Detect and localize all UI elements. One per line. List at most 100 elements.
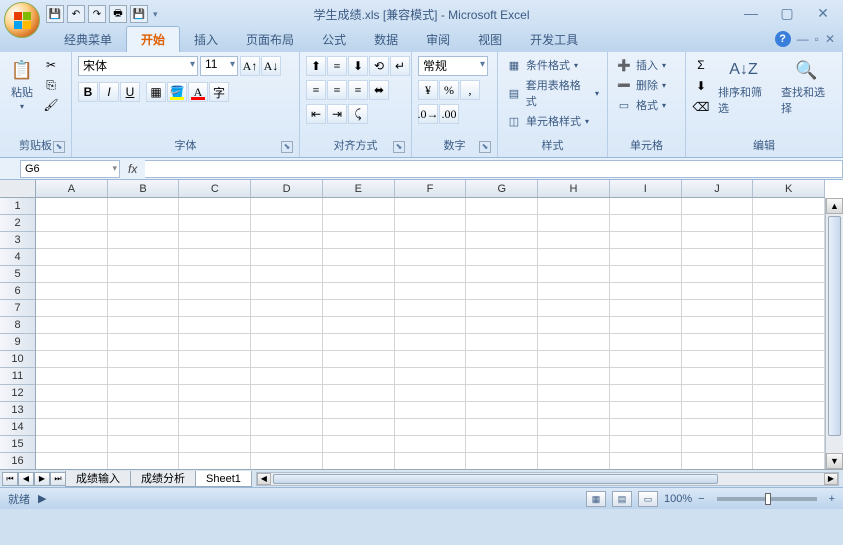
zoom-in-button[interactable]: + [829,493,835,505]
scroll-down-icon[interactable]: ▼ [826,453,843,469]
col-header-E[interactable]: E [323,180,395,197]
sheet-nav-prev[interactable]: ◀ [18,472,34,486]
orientation2-icon[interactable]: ⤹ [348,104,368,124]
select-all-corner[interactable] [0,180,36,198]
cut-icon[interactable]: ✂ [42,56,60,74]
align-right-icon[interactable]: ≡ [348,80,368,100]
underline-button[interactable]: U [120,82,140,102]
shrink-font-icon[interactable]: A↓ [261,56,281,76]
office-button[interactable] [4,2,40,38]
tab-data[interactable]: 数据 [360,27,412,52]
row-header-15[interactable]: 15 [0,436,35,453]
sheet-nav-first[interactable]: ⏮ [2,472,18,486]
phonetic-button[interactable]: 字 [209,82,229,102]
row-header-5[interactable]: 5 [0,266,35,283]
inc-decimal-icon[interactable]: .0→ [418,104,438,124]
indent-dec-icon[interactable]: ⇤ [306,104,326,124]
col-header-J[interactable]: J [682,180,754,197]
scroll-right-icon[interactable]: ▶ [824,473,838,485]
border-button[interactable]: ▦ [146,82,166,102]
tab-dev[interactable]: 开发工具 [516,27,592,52]
row-header-1[interactable]: 1 [0,198,35,215]
clear-icon[interactable]: ⌫ [692,98,710,116]
macro-icon[interactable]: ▶ [38,492,46,505]
col-header-D[interactable]: D [251,180,323,197]
zoom-out-button[interactable]: − [698,493,704,505]
maximize-button[interactable]: ▢ [773,4,801,22]
tab-formula[interactable]: 公式 [308,27,360,52]
format-cells-button[interactable]: ▭格式▾ [614,96,668,114]
col-header-A[interactable]: A [36,180,108,197]
fx-icon[interactable]: fx [128,162,137,176]
sheet-nav-next[interactable]: ▶ [34,472,50,486]
row-header-14[interactable]: 14 [0,419,35,436]
find-select-button[interactable]: 🔍 查找和选择 [777,56,836,118]
help-icon[interactable]: ? [775,31,791,47]
vertical-scrollbar[interactable]: ▲ ▼ [825,198,843,469]
col-header-C[interactable]: C [179,180,251,197]
qat-undo-icon[interactable]: ↶ [67,5,85,23]
fill-color-button[interactable]: 🪣 [167,82,187,102]
minimize-button[interactable]: — [737,4,765,22]
ribbon-close-icon[interactable]: ✕ [825,32,835,46]
wrap-text-icon[interactable]: ↵ [390,56,410,76]
tab-view[interactable]: 视图 [464,27,516,52]
align-middle-icon[interactable]: ≡ [327,56,347,76]
grow-font-icon[interactable]: A↑ [240,56,260,76]
dec-decimal-icon[interactable]: .00 [439,104,459,124]
fill-icon[interactable]: ⬇ [692,77,710,95]
row-header-13[interactable]: 13 [0,402,35,419]
currency-icon[interactable]: ¥ [418,80,438,100]
ribbon-restore-icon[interactable]: ▫ [815,32,819,46]
sheet-tab-2[interactable]: Sheet1 [195,471,252,487]
row-header-7[interactable]: 7 [0,300,35,317]
col-header-B[interactable]: B [108,180,180,197]
tab-review[interactable]: 审阅 [412,27,464,52]
ribbon-minimize-icon[interactable]: — [797,32,809,46]
col-header-H[interactable]: H [538,180,610,197]
name-box[interactable]: G6 [20,160,120,178]
format-painter-icon[interactable]: 🖌 [42,96,60,114]
tab-home[interactable]: 开始 [126,26,180,52]
scroll-left-icon[interactable]: ◀ [257,473,271,485]
font-launcher[interactable]: ⬊ [281,141,293,153]
number-format-combo[interactable]: 常规 [418,56,488,76]
col-header-F[interactable]: F [395,180,467,197]
number-launcher[interactable]: ⬊ [479,141,491,153]
font-size-combo[interactable]: 11 [200,56,238,76]
scroll-up-icon[interactable]: ▲ [826,198,843,214]
align-left-icon[interactable]: ≡ [306,80,326,100]
copy-icon[interactable]: ⎘ [42,76,60,94]
view-layout-icon[interactable]: ▤ [612,491,632,507]
tab-insert[interactable]: 插入 [180,27,232,52]
insert-cells-button[interactable]: ➕插入▾ [614,56,668,74]
hscroll-thumb[interactable] [273,474,718,484]
merge-icon[interactable]: ⬌ [369,80,389,100]
qat-print-icon[interactable]: 🖶 [109,5,127,23]
col-header-G[interactable]: G [466,180,538,197]
delete-cells-button[interactable]: ➖删除▾ [614,76,668,94]
sort-filter-button[interactable]: A↓Z 排序和筛选 [714,56,773,118]
font-color-button[interactable]: A [188,82,208,102]
row-header-9[interactable]: 9 [0,334,35,351]
qat-save2-icon[interactable]: 💾 [130,5,148,23]
row-header-2[interactable]: 2 [0,215,35,232]
row-header-11[interactable]: 11 [0,368,35,385]
indent-inc-icon[interactable]: ⇥ [327,104,347,124]
bold-button[interactable]: B [78,82,98,102]
sheet-tab-0[interactable]: 成绩输入 [65,471,131,487]
row-header-16[interactable]: 16 [0,453,35,470]
sheet-tab-1[interactable]: 成绩分析 [130,471,196,487]
qat-save-icon[interactable]: 💾 [46,5,64,23]
align-bottom-icon[interactable]: ⬇ [348,56,368,76]
cells-area[interactable] [36,198,825,469]
tab-classic[interactable]: 经典菜单 [50,27,126,52]
sheet-nav-last[interactable]: ⏭ [50,472,66,486]
vscroll-thumb[interactable] [828,216,841,436]
conditional-format-button[interactable]: ▦条件格式▾ [504,56,580,74]
col-header-K[interactable]: K [753,180,825,197]
tab-layout[interactable]: 页面布局 [232,27,308,52]
clipboard-launcher[interactable]: ⬊ [53,141,65,153]
table-format-button[interactable]: ▤套用表格格式▾ [504,76,601,110]
align-launcher[interactable]: ⬊ [393,141,405,153]
